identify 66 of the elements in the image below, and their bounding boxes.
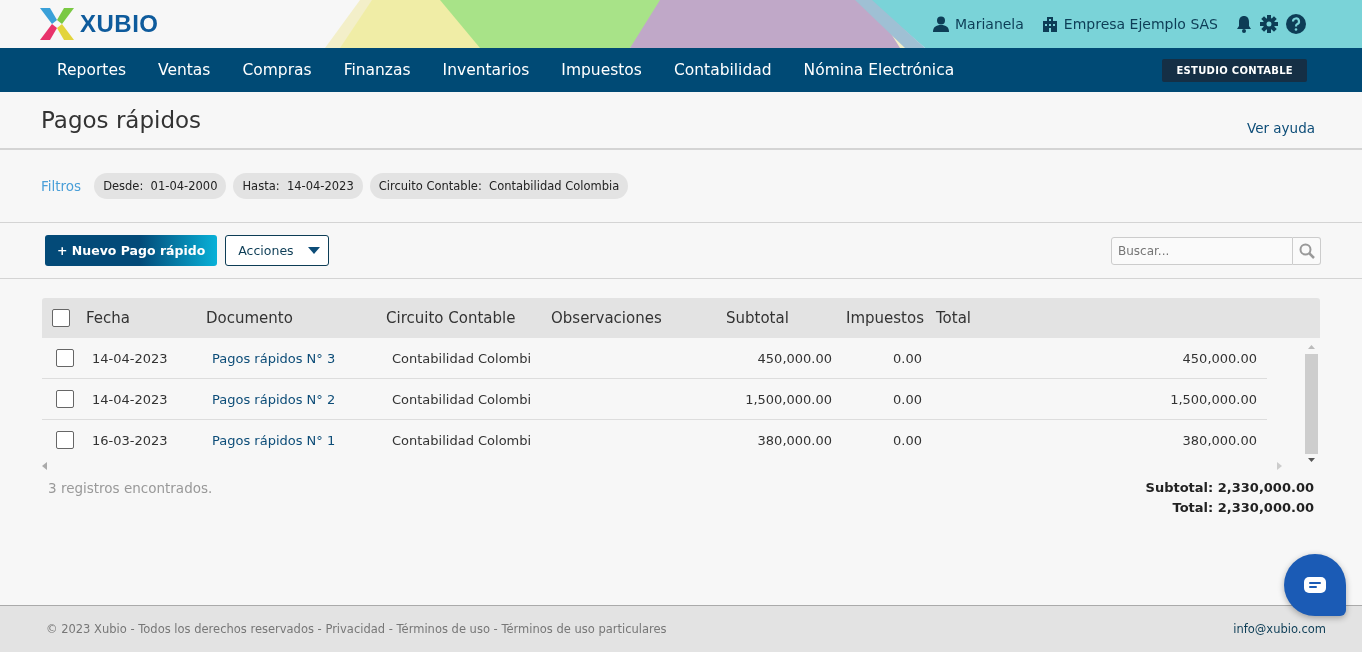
- nav-item[interactable]: Nómina Electrónica: [787, 61, 971, 79]
- table-cell-text: 450,000.00: [1181, 350, 1258, 366]
- table-cell-text: 14-04-2023: [91, 350, 169, 366]
- nav-item[interactable]: Impuestos: [545, 61, 658, 79]
- total-text: Total: 2,330,000.00: [1172, 500, 1314, 515]
- new-payment-button[interactable]: + Nuevo Pago rápido: [45, 235, 218, 266]
- vertical-scrollbar[interactable]: [1305, 342, 1318, 464]
- filter-chip[interactable]: Circuito Contable: Contabilidad Colombia: [369, 173, 629, 199]
- document-link[interactable]: Pagos rápidos N° 1: [200, 432, 380, 448]
- table-cell-text: Contabilidad Colombi: [391, 391, 533, 407]
- table-cell-text: 0.00: [892, 391, 923, 407]
- checkbox[interactable]: [52, 309, 70, 327]
- copyright-text: © 2023 Xubio - Todos los derechos reservados - Privacidad - Términos de uso - Términos de uso particulares: [46, 622, 667, 636]
- search-icon: [1298, 242, 1315, 259]
- search-field[interactable]: Buscar...: [1111, 236, 1293, 265]
- logo-icon: [40, 8, 74, 40]
- user-icon: [933, 16, 949, 32]
- search-button[interactable]: [1293, 236, 1321, 265]
- filter-chip[interactable]: Hasta: 14-04-2023: [233, 173, 363, 199]
- table-cell-text: 1,500,000.00: [744, 391, 833, 407]
- checkbox[interactable]: [56, 349, 74, 367]
- building-icon: [1041, 16, 1058, 32]
- column-header[interactable]: Total: [930, 309, 1320, 327]
- table-cell-text: 450,000.00: [756, 350, 833, 366]
- user-name[interactable]: Marianela: [955, 16, 1024, 32]
- checkbox[interactable]: [56, 390, 74, 408]
- filter-chip[interactable]: Desde: 01-04-2000: [94, 173, 227, 199]
- page-title: Pagos rápidos: [41, 107, 202, 133]
- nav-item[interactable]: Finanzas: [327, 61, 427, 79]
- company-name[interactable]: Empresa Ejemplo SAS: [1063, 16, 1218, 32]
- checkbox[interactable]: [56, 431, 74, 449]
- table-cell-text: 16-03-2023: [91, 432, 169, 448]
- help-link[interactable]: Ver ayuda: [1247, 120, 1315, 136]
- document-link[interactable]: Pagos rápidos N° 2: [200, 391, 380, 407]
- nav-item[interactable]: Contabilidad: [657, 61, 788, 79]
- table-cell-text: 380,000.00: [756, 432, 833, 448]
- logo-text: XUBIO: [80, 10, 159, 38]
- table-cell-text: 0.00: [892, 432, 923, 448]
- table-cell-text: 14-04-2023: [91, 391, 169, 407]
- nav-item[interactable]: Reportes: [41, 61, 142, 79]
- table-cell-text: 0.00: [892, 350, 923, 366]
- subtotal-text: Subtotal: 2,330,000.00: [1145, 480, 1314, 495]
- column-header[interactable]: Impuestos: [840, 309, 930, 327]
- record-count: 3 registros encontrados.: [48, 480, 213, 498]
- column-header[interactable]: Observaciones: [545, 309, 720, 327]
- bell-icon[interactable]: [1236, 15, 1252, 33]
- table-cell-text: 380,000.00: [1181, 432, 1258, 448]
- nav-item[interactable]: Compras: [226, 61, 328, 79]
- column-header[interactable]: Documento: [200, 309, 380, 327]
- table-cell-text: Contabilidad Colombi: [391, 432, 533, 448]
- studio-badge[interactable]: ESTUDIO CONTABLE: [1162, 58, 1307, 82]
- caret-icon: [307, 247, 320, 254]
- column-header[interactable]: Subtotal: [720, 309, 840, 327]
- column-header[interactable]: Circuito Contable: [380, 309, 545, 327]
- chat-icon: [1304, 577, 1326, 593]
- help-icon[interactable]: [1286, 14, 1306, 34]
- chat-button[interactable]: [1284, 554, 1346, 616]
- email-link[interactable]: info@xubio.com: [1233, 622, 1326, 636]
- document-link[interactable]: Pagos rápidos N° 3: [200, 350, 380, 366]
- nav-item[interactable]: Inventarios: [426, 61, 546, 79]
- column-header[interactable]: Fecha: [80, 309, 200, 327]
- actions-dropdown[interactable]: Acciones: [225, 235, 329, 266]
- settings-icon[interactable]: [1260, 15, 1278, 33]
- nav-item[interactable]: Ventas: [142, 61, 227, 79]
- table-cell-text: 1,500,000.00: [1169, 391, 1258, 407]
- table-cell-text: Contabilidad Colombi: [391, 350, 533, 366]
